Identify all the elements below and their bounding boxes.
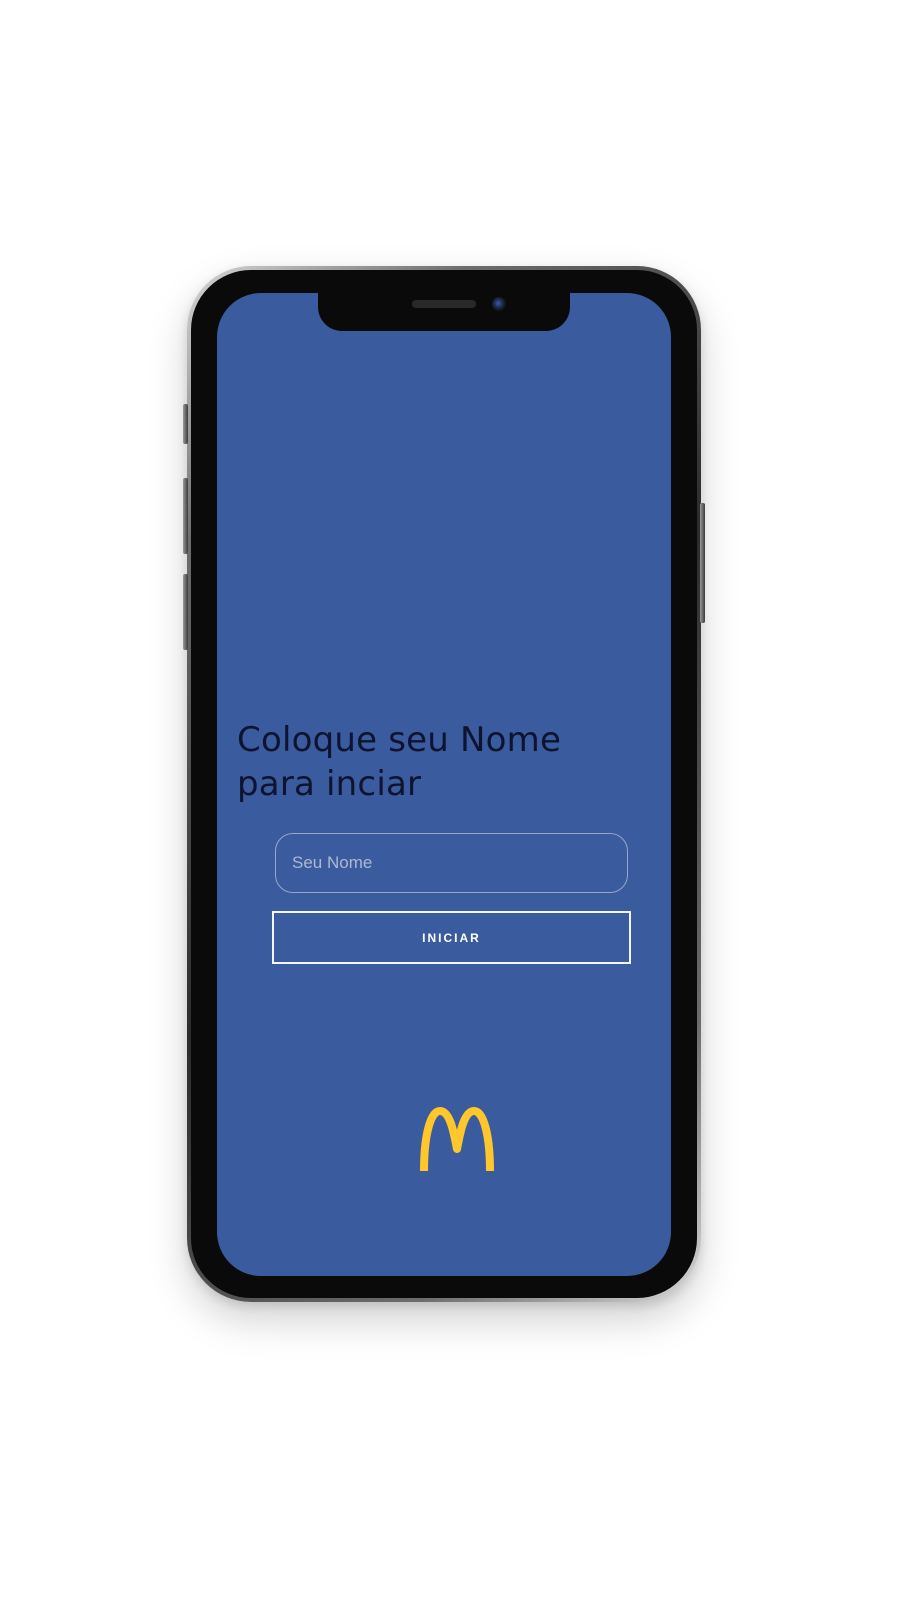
name-input[interactable] [275, 833, 628, 893]
golden-arches-logo-icon [420, 1107, 494, 1172]
front-camera-icon [492, 297, 506, 311]
phone-volume-down-button [183, 574, 188, 650]
phone-volume-up-button [183, 478, 188, 554]
phone-power-button [700, 503, 705, 623]
start-button[interactable]: INICIAR [272, 911, 631, 964]
page-title-line-2: para inciar [237, 764, 422, 804]
page-title-line-1: Coloque seu Nome [237, 720, 562, 760]
phone-speaker [412, 300, 476, 308]
phone-mute-switch [183, 404, 188, 444]
page-title: Coloque seu Nome para inciar [237, 718, 657, 806]
phone-notch [318, 293, 570, 331]
